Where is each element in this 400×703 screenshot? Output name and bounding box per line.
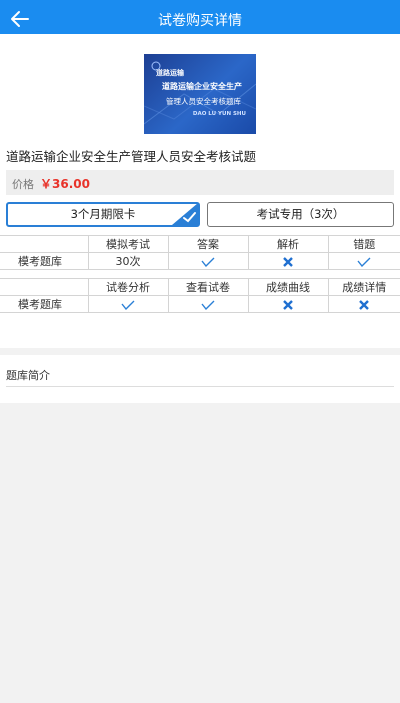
option-label: 考试专用（3次）: [256, 207, 345, 221]
table-header: 成绩曲线: [247, 278, 329, 296]
option-label: 3个月期限卡: [70, 207, 136, 221]
table-cell: [167, 252, 249, 270]
option-exam-only[interactable]: 考试专用（3次）: [207, 202, 394, 227]
intro-section: 题库简介: [0, 355, 400, 403]
product-panel: 道路运输 道路运输企业安全生产 管理人员安全考核题库 DAO LU YUN SH…: [0, 34, 400, 348]
price-value: ￥36.00: [40, 177, 90, 191]
cover-text: 道路运输: [156, 69, 184, 77]
cover-text: DAO LU YUN SHU: [192, 111, 246, 117]
check-icon: [201, 257, 215, 267]
cross-icon: [283, 299, 293, 310]
row-label: 模考题库: [0, 295, 89, 313]
table-header: 错题: [327, 235, 400, 253]
check-icon: [121, 300, 135, 310]
table-header: 解析: [247, 235, 329, 253]
cross-icon: [283, 256, 293, 267]
intro-title: 题库简介: [6, 369, 50, 382]
page-title: 试卷购买详情: [158, 13, 242, 29]
table-header: 模拟考试: [87, 235, 169, 253]
table-header: [0, 235, 89, 253]
table-row: 模考题库: [0, 295, 400, 313]
cover-text: 管理人员安全考核题库: [166, 97, 241, 106]
table-cell: [327, 252, 400, 270]
exam-count: 30次: [87, 252, 169, 270]
table-header: 试卷分析: [87, 278, 169, 296]
table-header: 答案: [167, 235, 249, 253]
table-header: [0, 278, 89, 296]
price-label: 价格: [12, 178, 34, 191]
option-3-month-card[interactable]: 3个月期限卡: [6, 202, 200, 227]
check-icon: [357, 257, 371, 267]
app-bar: 试卷购买详情: [0, 4, 400, 34]
price-row: 价格 ￥36.00: [6, 170, 394, 195]
cross-icon: [359, 299, 370, 310]
cover-text: 道路运输企业安全生产: [162, 82, 242, 91]
table-cell: [87, 295, 169, 313]
product-name: 道路运输企业安全生产管理人员安全考核试题: [6, 149, 257, 164]
table-cell: [247, 295, 329, 313]
cover-image: 道路运输 道路运输企业安全生产 管理人员安全考核题库 DAO LU YUN SH…: [144, 54, 256, 134]
table-header: 查看试卷: [167, 278, 249, 296]
row-label: 模考题库: [0, 252, 89, 270]
feature-table-1: 模拟考试 答案 解析 错题 模考题库 30次: [0, 235, 400, 270]
table-header-row: 试卷分析 查看试卷 成绩曲线 成绩详情: [0, 278, 400, 296]
selected-corner-check-icon: [172, 203, 198, 225]
cover-decoration: [144, 61, 256, 125]
table-header-row: 模拟考试 答案 解析 错题: [0, 235, 400, 253]
table-cell: [247, 252, 329, 270]
check-icon: [201, 300, 215, 310]
table-cell: [327, 295, 400, 313]
divider: [6, 386, 394, 387]
feature-table-2: 试卷分析 查看试卷 成绩曲线 成绩详情 模考题库: [0, 278, 400, 313]
table-header: 成绩详情: [327, 278, 400, 296]
table-row: 模考题库 30次: [0, 252, 400, 270]
table-cell: [167, 295, 249, 313]
